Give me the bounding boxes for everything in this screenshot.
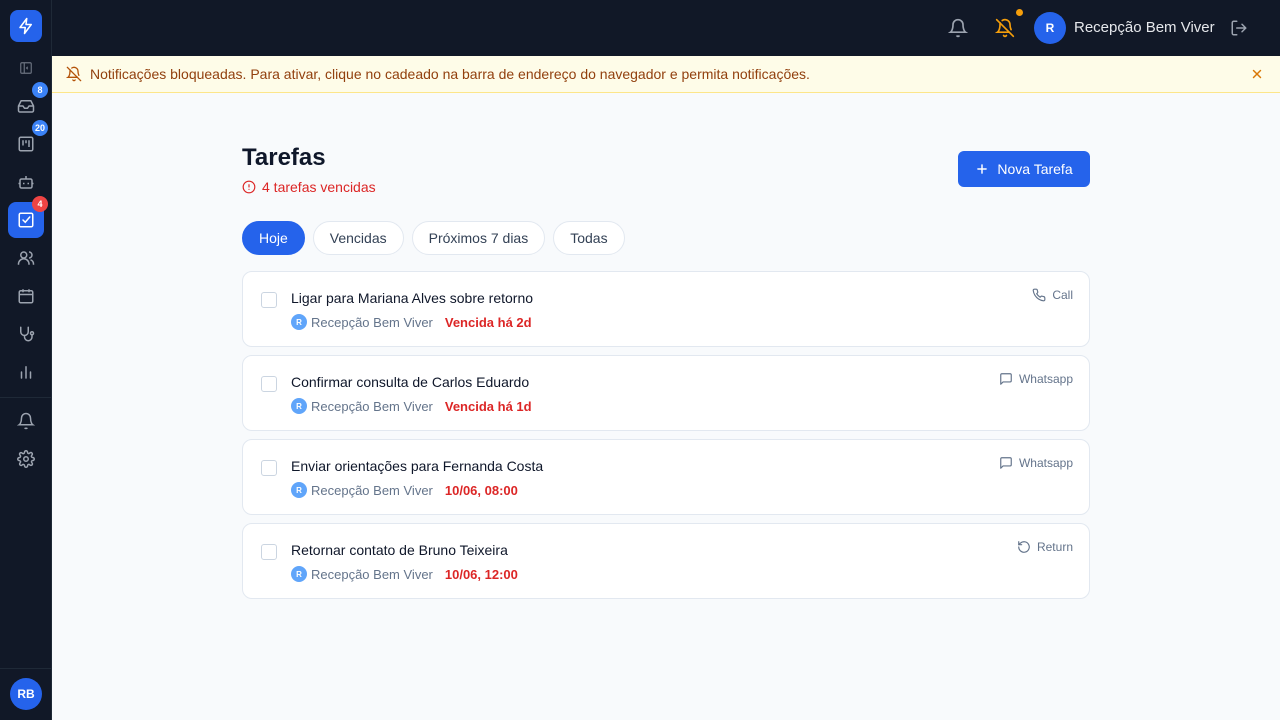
chart-icon xyxy=(20,366,32,379)
sidebar-item-contacts[interactable] xyxy=(8,240,44,276)
app-logo[interactable] xyxy=(10,10,42,42)
task-meta: R Recepção Bem Viver Vencida há 2d xyxy=(291,314,532,330)
panel-toggle-icon xyxy=(20,62,32,74)
sidebar-item-tasks[interactable]: 4 xyxy=(8,196,48,238)
bell-off-icon xyxy=(995,18,1015,38)
task-due: 10/06, 12:00 xyxy=(444,566,518,582)
tab-all[interactable]: Todas xyxy=(553,221,625,255)
calendar-icon xyxy=(18,289,34,304)
board-badge: 20 xyxy=(32,120,49,136)
sidebar-item-notifications[interactable] xyxy=(8,403,44,439)
sidebar-item-inbox[interactable]: 8 xyxy=(8,82,48,124)
task-due: Vencida há 2d xyxy=(444,314,532,330)
overdue-summary: 4 tarefas vencidas xyxy=(242,179,376,195)
task-due: Vencida há 1d xyxy=(444,398,532,414)
page-title: Tarefas xyxy=(242,144,326,171)
sidebar-divider xyxy=(0,397,52,398)
task-channel: Return xyxy=(1017,540,1073,554)
sidebar-item-settings[interactable] xyxy=(8,441,44,477)
task-checkbox[interactable] xyxy=(261,544,277,560)
sidebar-item-calendar[interactable] xyxy=(8,278,44,314)
assignee-avatar: R xyxy=(291,398,307,414)
banner-message: Notificações bloqueadas. Para ativar, cl… xyxy=(90,66,810,82)
bell-icon xyxy=(17,412,35,430)
task-channel: Whatsapp xyxy=(999,372,1073,386)
user-avatar-sidebar[interactable]: RB xyxy=(10,678,42,710)
channel-label: Whatsapp xyxy=(1018,456,1073,470)
channel-label: Whatsapp xyxy=(1018,372,1073,386)
alert-circle-icon xyxy=(242,180,256,194)
phone-icon xyxy=(1032,288,1046,302)
task-assignee: Recepção Bem Viver xyxy=(311,398,433,414)
assignee-avatar: R xyxy=(291,566,307,582)
assignee-avatar: R xyxy=(291,482,307,498)
user-avatar[interactable]: R xyxy=(1034,12,1066,44)
channel-label: Call xyxy=(1052,288,1073,302)
task-assignee: Recepção Bem Viver xyxy=(311,566,433,582)
sidebar-item-board[interactable]: 20 xyxy=(8,120,49,162)
notifications-blocked-banner: Notificações bloqueadas. Para ativar, cl… xyxy=(52,56,1280,93)
notifications-button[interactable] xyxy=(946,16,970,40)
channel-label: Return xyxy=(1036,540,1073,554)
notification-dot xyxy=(1016,9,1023,16)
task-meta: R Recepção Bem Viver 10/06, 08:00 xyxy=(291,482,518,498)
message-icon xyxy=(1000,457,1012,469)
task-assignee: Recepção Bem Viver xyxy=(311,482,433,498)
inbox-icon xyxy=(17,100,35,113)
overdue-text: 4 tarefas vencidas xyxy=(262,179,376,195)
user-name[interactable]: Recepção Bem Viver xyxy=(1074,19,1215,36)
message-icon xyxy=(1000,373,1012,385)
topbar: R Recepção Bem Viver xyxy=(52,0,1280,56)
notifications-muted-button[interactable] xyxy=(993,16,1017,40)
task-assignee: Recepção Bem Viver xyxy=(311,314,433,330)
task-checkbox[interactable] xyxy=(261,376,277,392)
new-task-label: Nova Tarefa xyxy=(997,161,1073,177)
tab-overdue[interactable]: Vencidas xyxy=(312,221,404,255)
task-title: Confirmar consulta de Carlos Eduardo xyxy=(291,374,530,390)
stethoscope-icon xyxy=(20,326,35,342)
sidebar-collapse-toggle[interactable] xyxy=(8,56,44,80)
task-channel: Whatsapp xyxy=(999,456,1073,470)
sidebar: 8 20 4 RB xyxy=(0,0,52,720)
plus-icon xyxy=(977,164,988,174)
task-due: 10/06, 08:00 xyxy=(444,482,518,498)
kanban-icon xyxy=(18,136,34,152)
task-channel: Call xyxy=(1032,288,1073,302)
task-card[interactable]: Retornar contato de Bruno Teixeira R Rec… xyxy=(242,523,1090,599)
bell-icon xyxy=(948,18,968,38)
close-icon[interactable] xyxy=(1250,67,1264,81)
task-card[interactable]: Enviar orientações para Fernanda Costa R… xyxy=(242,439,1090,515)
inbox-badge: 8 xyxy=(32,82,48,98)
task-title: Enviar orientações para Fernanda Costa xyxy=(291,458,544,474)
lightning-icon xyxy=(19,17,32,35)
filter-tabs: Hoje Vencidas Próximos 7 dias Todas xyxy=(242,221,625,255)
task-meta: R Recepção Bem Viver Vencida há 1d xyxy=(291,398,532,414)
sidebar-item-clinical[interactable] xyxy=(8,316,44,352)
tab-today[interactable]: Hoje xyxy=(242,221,305,255)
logout-icon xyxy=(1231,20,1247,36)
task-checkbox[interactable] xyxy=(261,460,277,476)
tab-next-7-days[interactable]: Próximos 7 dias xyxy=(411,221,546,255)
tasks-badge: 4 xyxy=(32,196,48,212)
sidebar-item-reports[interactable] xyxy=(8,354,44,390)
task-meta: R Recepção Bem Viver 10/06, 12:00 xyxy=(291,566,518,582)
assignee-avatar: R xyxy=(291,314,307,330)
logout-button[interactable] xyxy=(1227,16,1251,40)
task-card[interactable]: Confirmar consulta de Carlos Eduardo R R… xyxy=(242,355,1090,431)
bot-icon xyxy=(18,176,34,189)
rotate-icon xyxy=(1018,541,1030,553)
sidebar-item-bot[interactable] xyxy=(8,164,44,200)
task-card[interactable]: Ligar para Mariana Alves sobre retorno R… xyxy=(242,271,1090,347)
task-title: Ligar para Mariana Alves sobre retorno xyxy=(291,290,534,306)
gear-icon xyxy=(17,450,35,468)
tasks-icon xyxy=(18,212,34,228)
bell-off-icon xyxy=(66,66,82,82)
task-title: Retornar contato de Bruno Teixeira xyxy=(291,542,508,558)
new-task-button[interactable]: Nova Tarefa xyxy=(958,151,1090,187)
task-checkbox[interactable] xyxy=(261,292,277,308)
sidebar-divider xyxy=(0,668,52,669)
users-icon xyxy=(17,251,35,265)
